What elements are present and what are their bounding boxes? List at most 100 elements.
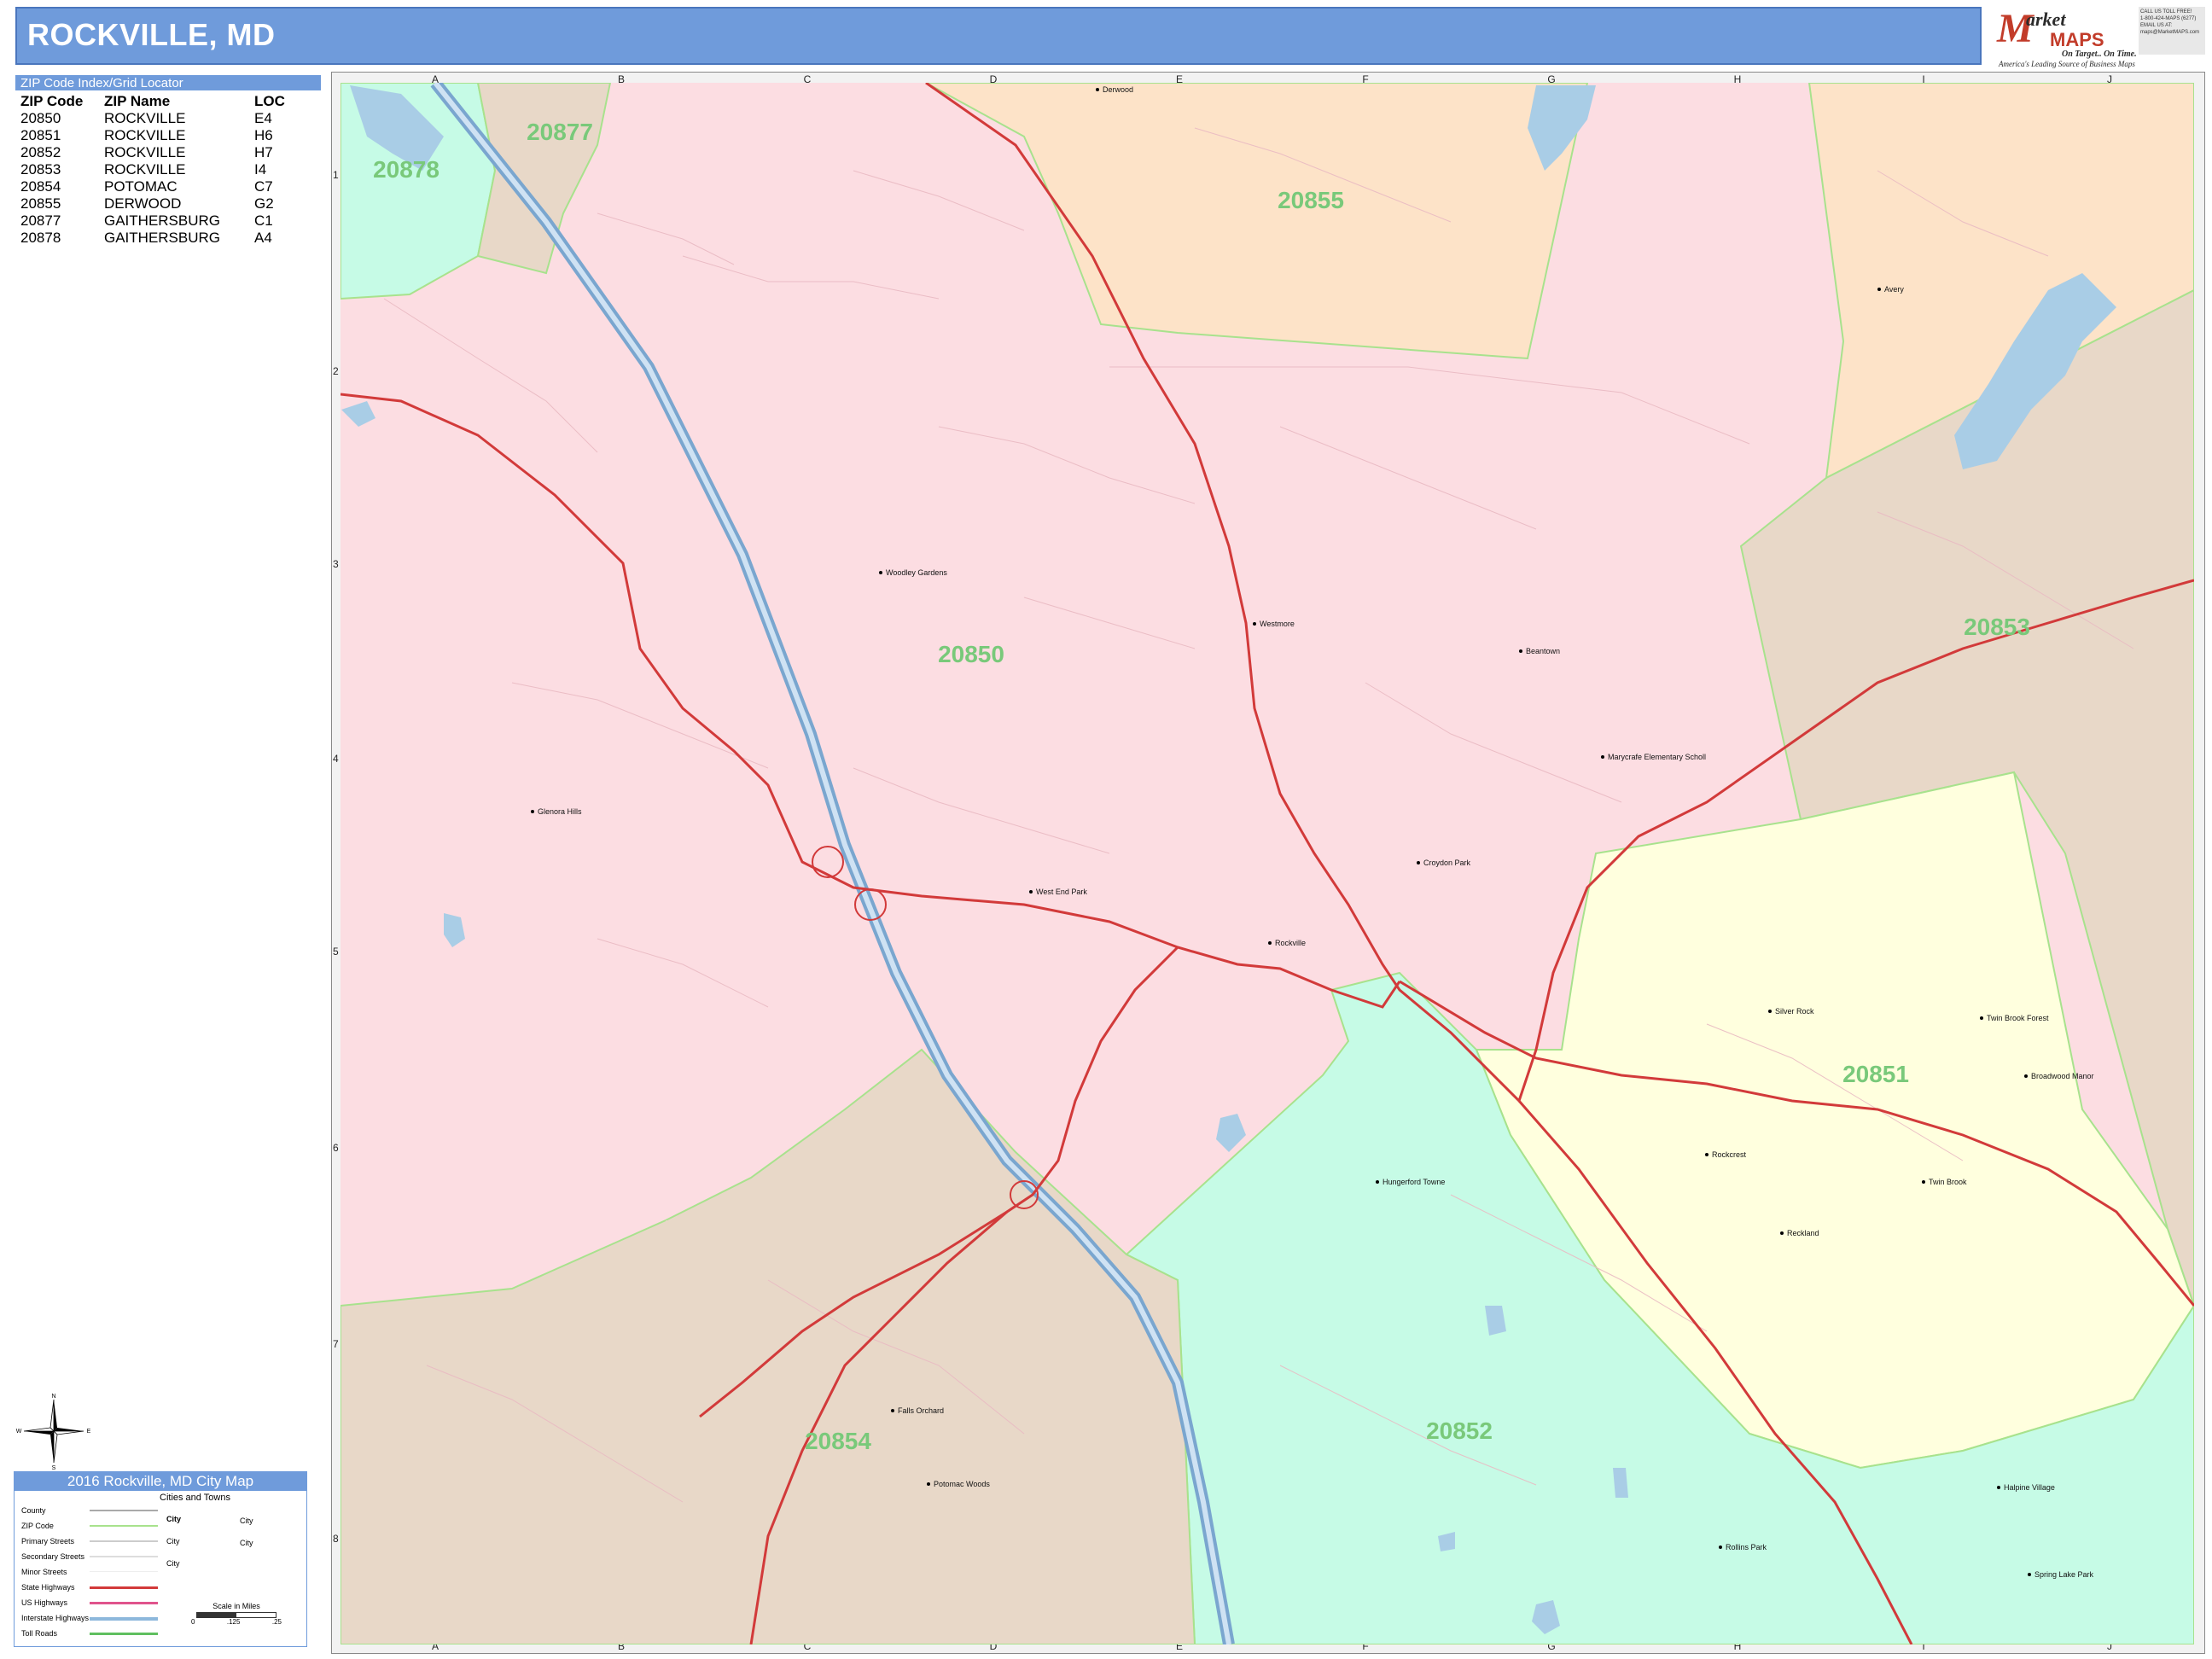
place-dot [531, 810, 534, 813]
legend-item-interstate: Interstate Highways [21, 1614, 90, 1622]
place-label: Twin Brook [1929, 1178, 1967, 1186]
place-dot [1417, 861, 1420, 864]
col-header-zip-name: ZIP Name [104, 92, 171, 109]
zip-code-cell: 20852 [20, 144, 61, 160]
place-label: Derwood [1103, 85, 1133, 94]
legend-item-state-hwy: State Highways [21, 1583, 75, 1592]
legend-swatch-interstate [90, 1617, 158, 1621]
compass-w: W [16, 1429, 22, 1435]
place-dot [1980, 1016, 1983, 1020]
loc-cell: I4 [254, 161, 267, 178]
col-header-zip-code: ZIP Code [20, 92, 84, 109]
legend-item-zip: ZIP Code [21, 1522, 54, 1530]
zip-name-cell: POTOMAC [104, 178, 178, 195]
zip-index-panel: ZIP Code Index/Grid Locator ZIP Code ZIP… [15, 75, 321, 247]
zip-index-row: 20854 POTOMAC C7 [15, 178, 285, 195]
place-dot [1719, 1545, 1722, 1549]
place-label: Hungerford Towne [1382, 1178, 1445, 1186]
legend-swatch-state-hwy [90, 1586, 158, 1589]
zip-index-row: 20853 ROCKVILLE I4 [15, 161, 285, 178]
legend-swatch-minor [90, 1571, 158, 1572]
place-label: Potomac Woods [934, 1480, 990, 1488]
legend-item-toll: Toll Roads [21, 1629, 58, 1638]
place-dot [1376, 1180, 1379, 1184]
scale-bar: Scale in Miles 0 .125 .25 [181, 1602, 292, 1626]
logo-maps: MAPS [2050, 29, 2104, 50]
zip-index-row: 20877 GAITHERSBURG C1 [15, 212, 285, 230]
zip-index-table: ZIP Code ZIP Name LOC 20850 ROCKVILLE E4 20… [15, 92, 285, 247]
legend-city-5: City [166, 1559, 180, 1568]
zip-name-cell: ROCKVILLE [104, 127, 186, 143]
scale-tick: .125 [226, 1618, 241, 1626]
zip-index-row: 20878 GAITHERSBURG A4 [15, 230, 285, 247]
zip-name-cell: ROCKVILLE [104, 161, 186, 178]
place-label: Avery [1884, 285, 1904, 294]
contact-line: EMAIL US AT: [2140, 23, 2173, 28]
legend-item-us-hwy: US Highways [21, 1598, 68, 1607]
contact-box: CALL US TOLL FREE! 1-800-424-MAPS (6277)… [2139, 7, 2205, 55]
legend-item-secondary: Secondary Streets [21, 1552, 85, 1561]
logo-market: arket [2026, 9, 2066, 30]
place-dot [2024, 1074, 2028, 1078]
legend-title: 2016 Rockville, MD City Map [15, 1472, 306, 1491]
zip-code-label: 20855 [1278, 187, 1344, 213]
map-title: ROCKVILLE, MD [27, 17, 276, 52]
legend-swatch-county [90, 1510, 158, 1511]
zip-code-label: 20854 [805, 1428, 871, 1454]
place-dot [1705, 1153, 1708, 1156]
place-label: Broadwood Manor [2031, 1072, 2094, 1080]
logo-subtitle: America's Leading Source of Business Map… [1999, 60, 2135, 68]
loc-cell: C1 [254, 212, 273, 229]
place-label: Silver Rock [1775, 1007, 1814, 1016]
place-label: Marycrafe Elementary Scholl [1608, 753, 1706, 761]
map-canvas: Derwood Woodley Gardens Westmore Beantown Ma… [341, 83, 2194, 1644]
place-label: Spring Lake Park [2034, 1570, 2094, 1579]
place-label: Glenora Hills [538, 807, 582, 816]
logo-tagline: On Target.. On Time. [2062, 49, 2137, 59]
place-dot [1997, 1486, 2000, 1489]
legend-swatch-toll [90, 1633, 158, 1635]
place-dot [1096, 88, 1099, 91]
zip-code-label: 20851 [1842, 1061, 1909, 1087]
place-dot [1029, 890, 1033, 894]
zip-index-row: 20850 ROCKVILLE E4 [15, 110, 285, 127]
pond [1545, 107, 1558, 119]
legend-city-2: City [240, 1516, 253, 1525]
pond [1613, 1468, 1628, 1498]
zip-name-cell: GAITHERSBURG [104, 212, 221, 229]
legend-item-primary: Primary Streets [21, 1537, 75, 1545]
scale-bar-graphic [196, 1612, 276, 1618]
zip-index-header-row: ZIP Code ZIP Name LOC [15, 92, 285, 110]
zip-index-row: 20851 ROCKVILLE H6 [15, 127, 285, 144]
legend-city-1: City [166, 1515, 182, 1523]
place-dot [2028, 1573, 2031, 1576]
place-dot [1601, 755, 1604, 759]
scale-title: Scale in Miles [212, 1602, 260, 1610]
contact-line: 1-800-424-MAPS (6277) [2140, 16, 2197, 21]
loc-cell: H6 [254, 127, 273, 143]
zip-code-label: 20877 [527, 119, 593, 145]
zip-code-cell: 20854 [20, 178, 61, 195]
loc-cell: H7 [254, 144, 273, 160]
legend-city-3: City [166, 1537, 180, 1545]
zip-name-cell: ROCKVILLE [104, 110, 186, 126]
compass-n: N [51, 1394, 55, 1400]
place-dot [1268, 941, 1272, 945]
place-label: Beantown [1526, 647, 1560, 655]
zip-index-heading: ZIP Code Index/Grid Locator [15, 75, 321, 90]
place-label: Woodley Gardens [886, 568, 947, 577]
place-label: Reckland [1787, 1229, 1819, 1237]
zip-code-label: 20850 [938, 641, 1004, 667]
col-header-loc: LOC [254, 92, 285, 109]
contact-line: maps@MarketMAPS.com [2140, 30, 2200, 35]
place-dot [891, 1409, 894, 1412]
scale-tick: 0 [191, 1618, 195, 1626]
place-dot [1519, 649, 1522, 653]
zip-name-cell: DERWOOD [104, 195, 182, 212]
legend-item-minor: Minor Streets [21, 1568, 67, 1576]
zip-code-cell: 20878 [20, 230, 61, 246]
place-label: Rockville [1275, 939, 1306, 947]
zip-code-cell: 20853 [20, 161, 61, 178]
place-dot [879, 571, 882, 574]
loc-cell: A4 [254, 230, 272, 246]
